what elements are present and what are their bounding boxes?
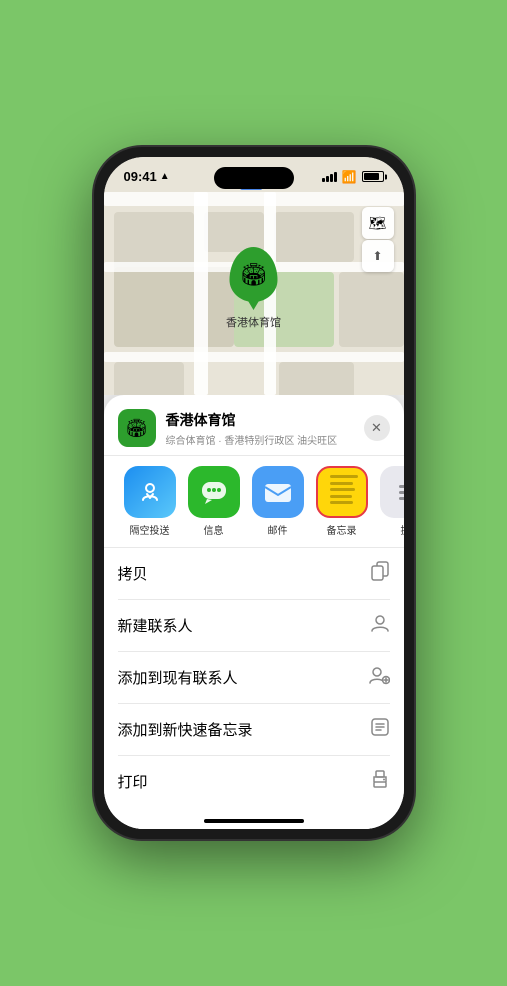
more-dots-icon: [399, 485, 404, 500]
action-new-contact-label: 新建联系人: [118, 615, 193, 636]
notes-label: 备忘录: [327, 522, 357, 537]
mail-label: 邮件: [268, 522, 288, 537]
airdrop-label: 隔空投送: [130, 522, 170, 537]
action-add-notes-label: 添加到新快速备忘录: [118, 719, 253, 740]
more-icon: [380, 466, 404, 518]
location-arrow-icon: ▲: [160, 171, 170, 182]
location-button[interactable]: ⬆: [362, 240, 394, 272]
status-icons: 📶: [322, 170, 384, 184]
share-messages[interactable]: 信息: [182, 466, 246, 537]
map-view-button[interactable]: 🗺: [362, 207, 394, 239]
sheet-header: 🏟 香港体育馆 综合体育馆 · 香港特别行政区 油尖旺区 ✕: [104, 395, 404, 456]
copy-icon: [370, 561, 390, 586]
signal-strength-icon: [322, 172, 337, 182]
map-area: 地铁 南口 🗺 ⬆ 🏟 香港体育馆: [104, 157, 404, 395]
home-indicator: [104, 807, 404, 829]
action-copy-label: 拷贝: [118, 563, 148, 584]
messages-label: 信息: [204, 522, 224, 537]
close-button[interactable]: ✕: [364, 415, 390, 441]
battery-icon: [362, 171, 384, 182]
phone-screen: 09:41 ▲ 📶: [104, 157, 404, 829]
map-pin-container: 🏟 香港体育馆: [226, 247, 281, 330]
action-print-label: 打印: [118, 771, 148, 792]
action-print[interactable]: 打印: [118, 756, 390, 807]
add-notes-icon: [370, 717, 390, 742]
more-label: 提: [401, 522, 404, 537]
pin-dot: [252, 301, 256, 305]
wifi-icon: 📶: [342, 170, 357, 184]
mail-icon: [252, 466, 304, 518]
action-add-contact-label: 添加到现有联系人: [118, 667, 238, 688]
share-row: 隔空投送 信息: [104, 456, 404, 548]
share-mail[interactable]: 邮件: [246, 466, 310, 537]
map-controls[interactable]: 🗺 ⬆: [362, 207, 394, 272]
dynamic-island: [214, 167, 294, 189]
add-contact-icon: [368, 665, 390, 690]
messages-icon: [188, 466, 240, 518]
share-notes[interactable]: 备忘录: [310, 466, 374, 537]
map-pin: 🏟: [230, 247, 278, 302]
share-airdrop[interactable]: 隔空投送: [118, 466, 182, 537]
venue-icon: 🏟: [118, 409, 156, 447]
airdrop-icon: [124, 466, 176, 518]
action-new-contact[interactable]: 新建联系人: [118, 600, 390, 652]
action-add-notes[interactable]: 添加到新快速备忘录: [118, 704, 390, 756]
action-add-contact[interactable]: 添加到现有联系人: [118, 652, 390, 704]
venue-name: 香港体育馆: [166, 410, 354, 430]
new-contact-icon: [370, 613, 390, 638]
share-more[interactable]: 提: [374, 466, 404, 537]
home-bar: [204, 819, 304, 823]
status-time: 09:41: [124, 169, 157, 184]
action-copy[interactable]: 拷贝: [118, 548, 390, 600]
bottom-sheet: 🏟 香港体育馆 综合体育馆 · 香港特别行政区 油尖旺区 ✕: [104, 395, 404, 829]
pin-venue-icon: 🏟: [240, 262, 268, 288]
action-list: 拷贝 新建联系人: [104, 548, 404, 807]
pin-label: 香港体育馆: [226, 314, 281, 330]
print-icon: [370, 769, 390, 794]
phone-frame: 09:41 ▲ 📶: [94, 147, 414, 839]
notes-icon: [316, 466, 368, 518]
venue-info: 香港体育馆 综合体育馆 · 香港特别行政区 油尖旺区: [166, 410, 354, 447]
venue-subtitle: 综合体育馆 · 香港特别行政区 油尖旺区: [166, 432, 354, 447]
